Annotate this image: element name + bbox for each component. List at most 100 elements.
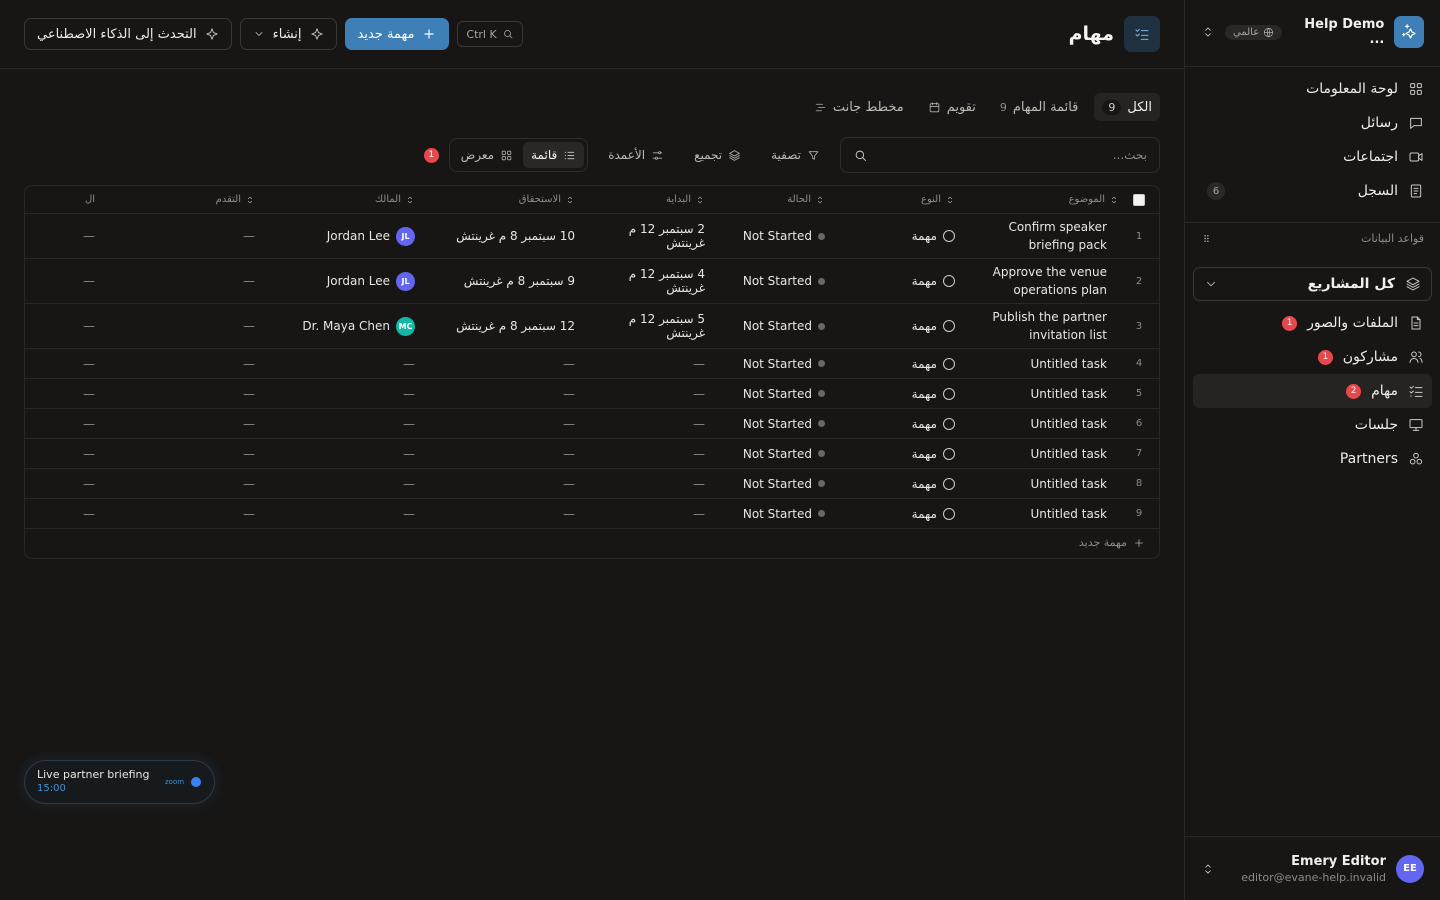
task-subject[interactable]: Publish the partner invitation list	[969, 304, 1119, 348]
task-extra[interactable]: —	[25, 379, 109, 408]
table-row[interactable]: 6 Untitled task مهمة Not Started — — — — —	[25, 409, 1159, 439]
sidebar-item-dashboard[interactable]: لوحة المعلومات	[1193, 72, 1432, 106]
task-owner[interactable]: —	[269, 499, 429, 528]
column-header-type[interactable]: النوع	[839, 186, 969, 213]
table-row[interactable]: 4 Untitled task مهمة Not Started — — — — —	[25, 349, 1159, 379]
user-menu[interactable]: EE Emery Editor editor@evane-help.invali…	[1185, 836, 1440, 900]
task-due[interactable]: 12 سبتمبر 8 م غرينتش	[429, 304, 589, 348]
task-start[interactable]: —	[589, 469, 719, 498]
task-subject[interactable]: Untitled task	[969, 409, 1119, 438]
filter-button[interactable]: تصفية	[761, 140, 830, 170]
task-type[interactable]: مهمة	[839, 379, 969, 408]
task-owner[interactable]: JL Jordan Lee	[269, 259, 429, 303]
sidebar-item-partners[interactable]: Partners	[1193, 442, 1432, 476]
task-progress[interactable]: —	[109, 499, 269, 528]
workspace-switcher[interactable]: Help Demo ... عالمي	[1201, 16, 1424, 48]
task-subject[interactable]: Untitled task	[969, 379, 1119, 408]
table-row[interactable]: 5 Untitled task مهمة Not Started — — — — —	[25, 379, 1159, 409]
sidebar-item-log[interactable]: السجل 6	[1193, 174, 1432, 208]
table-row[interactable]: 8 Untitled task مهمة Not Started — — — — —	[25, 469, 1159, 499]
command-search-button[interactable]: Ctrl K	[457, 21, 523, 47]
tab-calendar[interactable]: تقويم	[920, 93, 984, 121]
table-row[interactable]: 9 Untitled task مهمة Not Started — — — — —	[25, 499, 1159, 529]
chevron-updown-icon[interactable]	[1201, 862, 1215, 876]
task-owner[interactable]: —	[269, 469, 429, 498]
task-progress[interactable]: —	[109, 439, 269, 468]
task-extra[interactable]: —	[25, 304, 109, 348]
task-type[interactable]: مهمة	[839, 214, 969, 258]
new-task-button[interactable]: مهمة جديد	[344, 18, 450, 50]
add-task-row[interactable]: مهمة جديد	[25, 527, 1159, 558]
task-progress[interactable]: —	[109, 214, 269, 258]
task-extra[interactable]: —	[25, 439, 109, 468]
sidebar-item-sessions[interactable]: جلسات	[1193, 408, 1432, 442]
task-due[interactable]: —	[429, 409, 589, 438]
task-extra[interactable]: —	[25, 499, 109, 528]
task-owner[interactable]: —	[269, 439, 429, 468]
task-type[interactable]: مهمة	[839, 409, 969, 438]
task-type[interactable]: مهمة	[839, 439, 969, 468]
task-due[interactable]: —	[429, 499, 589, 528]
task-due[interactable]: 9 سبتمبر 8 م غرينتش	[429, 259, 589, 303]
task-owner[interactable]: —	[269, 349, 429, 378]
task-extra[interactable]: —	[25, 469, 109, 498]
column-header-status[interactable]: الحالة	[719, 186, 839, 213]
task-progress[interactable]: —	[109, 304, 269, 348]
task-status[interactable]: Not Started	[719, 469, 839, 498]
task-subject[interactable]: Untitled task	[969, 499, 1119, 528]
task-owner[interactable]: —	[269, 379, 429, 408]
task-status[interactable]: Not Started	[719, 439, 839, 468]
tab-all[interactable]: الكل 9	[1094, 93, 1160, 121]
task-owner[interactable]: —	[269, 409, 429, 438]
sidebar-item-tasks[interactable]: مهام 2	[1193, 374, 1432, 408]
task-subject[interactable]: Untitled task	[969, 439, 1119, 468]
sidebar-item-meetings[interactable]: اجتماعات	[1193, 140, 1432, 174]
task-extra[interactable]: —	[25, 214, 109, 258]
task-extra[interactable]: —	[25, 259, 109, 303]
task-subject[interactable]: Approve the venue operations plan	[969, 259, 1119, 303]
task-progress[interactable]: —	[109, 409, 269, 438]
task-type[interactable]: مهمة	[839, 304, 969, 348]
task-type[interactable]: مهمة	[839, 259, 969, 303]
task-type[interactable]: مهمة	[839, 469, 969, 498]
table-row[interactable]: 1 Confirm speaker briefing pack مهمة Not St…	[25, 214, 1159, 259]
task-start[interactable]: 5 سبتمبر 12 م غرينتش	[589, 304, 719, 348]
task-progress[interactable]: —	[109, 349, 269, 378]
table-row[interactable]: 3 Publish the partner invitation list مهمة…	[25, 304, 1159, 349]
task-start[interactable]: —	[589, 379, 719, 408]
column-header-owner[interactable]: المالك	[269, 186, 429, 213]
task-start[interactable]: —	[589, 499, 719, 528]
task-status[interactable]: Not Started	[719, 349, 839, 378]
task-start[interactable]: —	[589, 409, 719, 438]
sidebar-item-participants[interactable]: مشاركون 1	[1193, 340, 1432, 374]
task-status[interactable]: Not Started	[719, 409, 839, 438]
task-due[interactable]: 10 سبتمبر 8 م غرينتش	[429, 214, 589, 258]
tab-gantt[interactable]: مخطط جانت	[806, 93, 912, 121]
list-view-button[interactable]: قائمة	[523, 142, 585, 168]
select-all-checkbox[interactable]	[1119, 186, 1159, 213]
task-due[interactable]: —	[429, 349, 589, 378]
task-due[interactable]: —	[429, 439, 589, 468]
task-subject[interactable]: Untitled task	[969, 349, 1119, 378]
table-row[interactable]: 7 Untitled task مهمة Not Started — — — — —	[25, 439, 1159, 469]
task-start[interactable]: —	[589, 349, 719, 378]
group-button[interactable]: تجميع	[684, 140, 751, 170]
column-header-subject[interactable]: الموضوع	[969, 186, 1119, 213]
columns-button[interactable]: الأعمدة	[598, 140, 674, 170]
task-progress[interactable]: —	[109, 379, 269, 408]
sidebar-item-files[interactable]: الملفات والصور 1	[1193, 306, 1432, 340]
task-status[interactable]: Not Started	[719, 499, 839, 528]
task-owner[interactable]: JL Jordan Lee	[269, 214, 429, 258]
search-input[interactable]: بحث...	[840, 137, 1160, 173]
task-status[interactable]: Not Started	[719, 214, 839, 258]
chevron-updown-icon[interactable]	[1201, 25, 1215, 39]
gallery-view-button[interactable]: معرض	[453, 142, 521, 168]
task-due[interactable]: —	[429, 469, 589, 498]
task-extra[interactable]: —	[25, 349, 109, 378]
ai-chat-button[interactable]: التحدث إلى الذكاء الاصطناعي	[24, 18, 232, 50]
task-extra[interactable]: —	[25, 409, 109, 438]
sidebar-item-messages[interactable]: رسائل	[1193, 106, 1432, 140]
task-type[interactable]: مهمة	[839, 499, 969, 528]
task-owner[interactable]: MC Dr. Maya Chen	[269, 304, 429, 348]
task-due[interactable]: —	[429, 379, 589, 408]
